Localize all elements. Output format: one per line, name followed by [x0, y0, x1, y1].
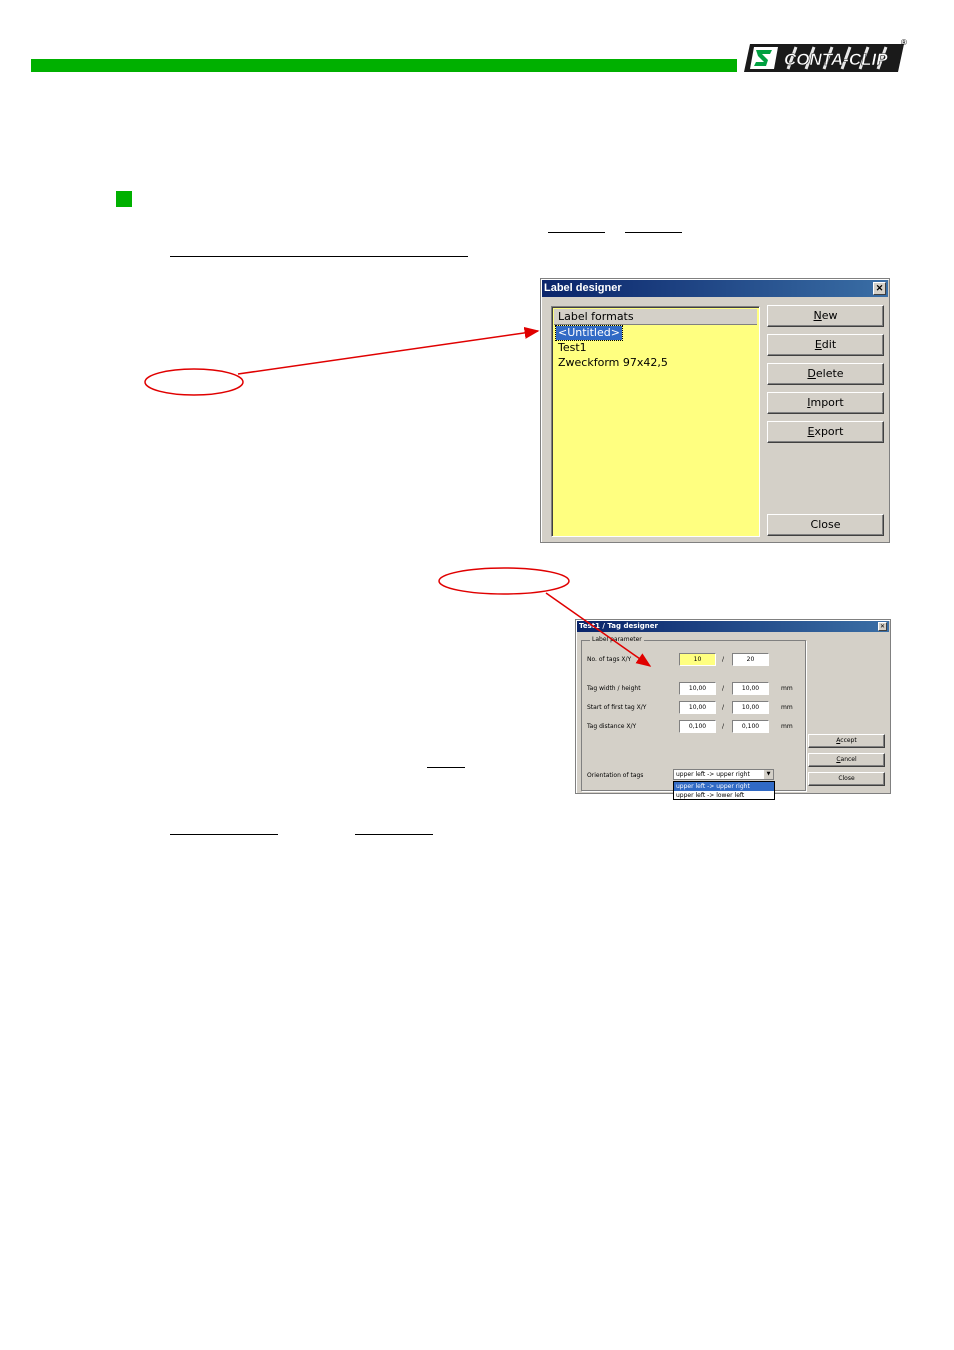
- dropdown-option[interactable]: upper left -> upper right: [674, 782, 774, 791]
- no-of-tags-label: No. of tags X/Y: [587, 656, 632, 663]
- separator: /: [722, 704, 725, 711]
- close-button[interactable]: Close: [767, 514, 884, 536]
- label-formats-list[interactable]: Label formats <Untitled> Test1 Zweckform…: [551, 306, 760, 537]
- start-x-input[interactable]: 10,00: [679, 701, 716, 714]
- separator: /: [722, 723, 725, 730]
- conta-clip-logo: CONTA-CLIP: [744, 40, 906, 74]
- label-designer-titlebar: Label designer ✕: [542, 280, 888, 297]
- export-button[interactable]: Export: [767, 421, 884, 443]
- underline-5: [170, 834, 278, 835]
- edit-button[interactable]: Edit: [767, 334, 884, 356]
- unit-label: mm: [781, 723, 793, 730]
- tag-distance-label: Tag distance X/Y: [587, 723, 637, 730]
- list-item[interactable]: <Untitled>: [555, 325, 623, 341]
- annotation-ellipse-2: [438, 567, 570, 595]
- header-green-bar: [31, 59, 737, 72]
- underline-1: [548, 232, 605, 233]
- list-header[interactable]: Label formats: [554, 309, 757, 325]
- start-first-tag-label: Start of first tag X/Y: [587, 704, 647, 711]
- delete-button[interactable]: Delete: [767, 363, 884, 385]
- tag-width-input[interactable]: 10,00: [679, 682, 716, 695]
- label-designer-title: Label designer: [544, 282, 622, 294]
- unit-label: mm: [781, 685, 793, 692]
- orientation-label: Orientation of tags: [587, 772, 644, 779]
- start-y-input[interactable]: 10,00: [732, 701, 769, 714]
- orientation-select[interactable]: upper left -> upper right ▼: [673, 769, 774, 780]
- import-button[interactable]: Import: [767, 392, 884, 414]
- annotation-ellipse-1: [144, 368, 244, 396]
- list-item[interactable]: Zweckform 97x42,5: [556, 356, 670, 370]
- distance-x-input[interactable]: 0,100: [679, 720, 716, 733]
- logo-text: CONTA-CLIP: [784, 50, 888, 69]
- tag-designer-window: Test1 / Tag designer ✕ Label parameter N…: [575, 619, 891, 800]
- list-item[interactable]: Test1: [556, 341, 589, 355]
- section-bullet: [116, 191, 132, 207]
- separator: /: [722, 656, 725, 663]
- orientation-dropdown[interactable]: upper left -> upper right upper left -> …: [673, 781, 775, 800]
- accept-button[interactable]: Accept: [808, 734, 885, 748]
- group-title: Label parameter: [590, 636, 644, 643]
- tag-designer-titlebar: Test1 / Tag designer ✕: [577, 621, 889, 632]
- tag-designer-title: Test1 / Tag designer: [579, 622, 658, 630]
- annotation-arrow-1: [237, 326, 540, 375]
- close-icon[interactable]: ✕: [878, 622, 887, 631]
- tag-width-label: Tag width / height: [587, 685, 641, 692]
- new-button[interactable]: New: [767, 305, 884, 327]
- underline-3: [170, 256, 468, 257]
- underline-2: [625, 232, 682, 233]
- tags-x-input[interactable]: 10: [679, 653, 716, 666]
- underline-6: [355, 834, 433, 835]
- registered-mark: ®: [901, 38, 907, 47]
- unit-label: mm: [781, 704, 793, 711]
- underline-4: [427, 767, 465, 768]
- separator: /: [722, 685, 725, 692]
- tags-y-input[interactable]: 20: [732, 653, 769, 666]
- chevron-down-icon[interactable]: ▼: [764, 770, 773, 779]
- label-designer-window: Label designer ✕ Label formats <Untitled…: [540, 278, 890, 543]
- cancel-button[interactable]: Cancel: [808, 753, 885, 767]
- tag-height-input[interactable]: 10,00: [732, 682, 769, 695]
- close-icon[interactable]: ✕: [873, 282, 886, 295]
- dropdown-option[interactable]: upper left -> lower left: [674, 791, 774, 800]
- distance-y-input[interactable]: 0,100: [732, 720, 769, 733]
- tag-close-button[interactable]: Close: [808, 772, 885, 786]
